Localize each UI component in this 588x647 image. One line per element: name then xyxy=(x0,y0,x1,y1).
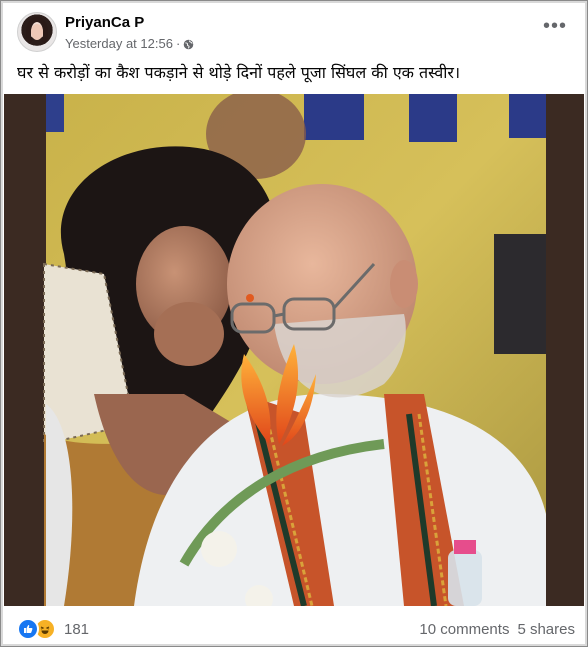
post-header: PriyanCa P Yesterday at 12:56 · ••• xyxy=(1,1,587,57)
author-name[interactable]: PriyanCa P xyxy=(65,14,144,31)
shares-count-link[interactable]: 5 shares xyxy=(517,621,575,638)
post-timestamp[interactable]: Yesterday at 12:56 xyxy=(65,36,173,51)
reaction-count: 181 xyxy=(64,620,90,638)
globe-icon[interactable] xyxy=(183,38,194,50)
comments-count-link[interactable]: 10 comments xyxy=(419,621,509,638)
reaction-summary[interactable]: 181 xyxy=(17,618,89,640)
post-meta: Yesterday at 12:56 · xyxy=(65,36,194,51)
avatar-face xyxy=(31,24,43,40)
post-caption: घर से करोड़ों का कैश पकड़ाने से थोड़े दि… xyxy=(17,63,461,82)
post-card: PriyanCa P Yesterday at 12:56 · ••• घर स… xyxy=(0,0,588,647)
photo-illustration xyxy=(4,94,584,606)
post-footer: 181 10 comments 5 shares xyxy=(1,613,587,645)
post-photo[interactable] xyxy=(4,94,584,606)
author-avatar[interactable] xyxy=(17,12,57,52)
more-options-icon[interactable]: ••• xyxy=(543,16,567,36)
engagement-stats: 10 comments 5 shares xyxy=(419,621,575,638)
like-icon xyxy=(17,618,39,640)
meta-separator: · xyxy=(175,36,181,51)
